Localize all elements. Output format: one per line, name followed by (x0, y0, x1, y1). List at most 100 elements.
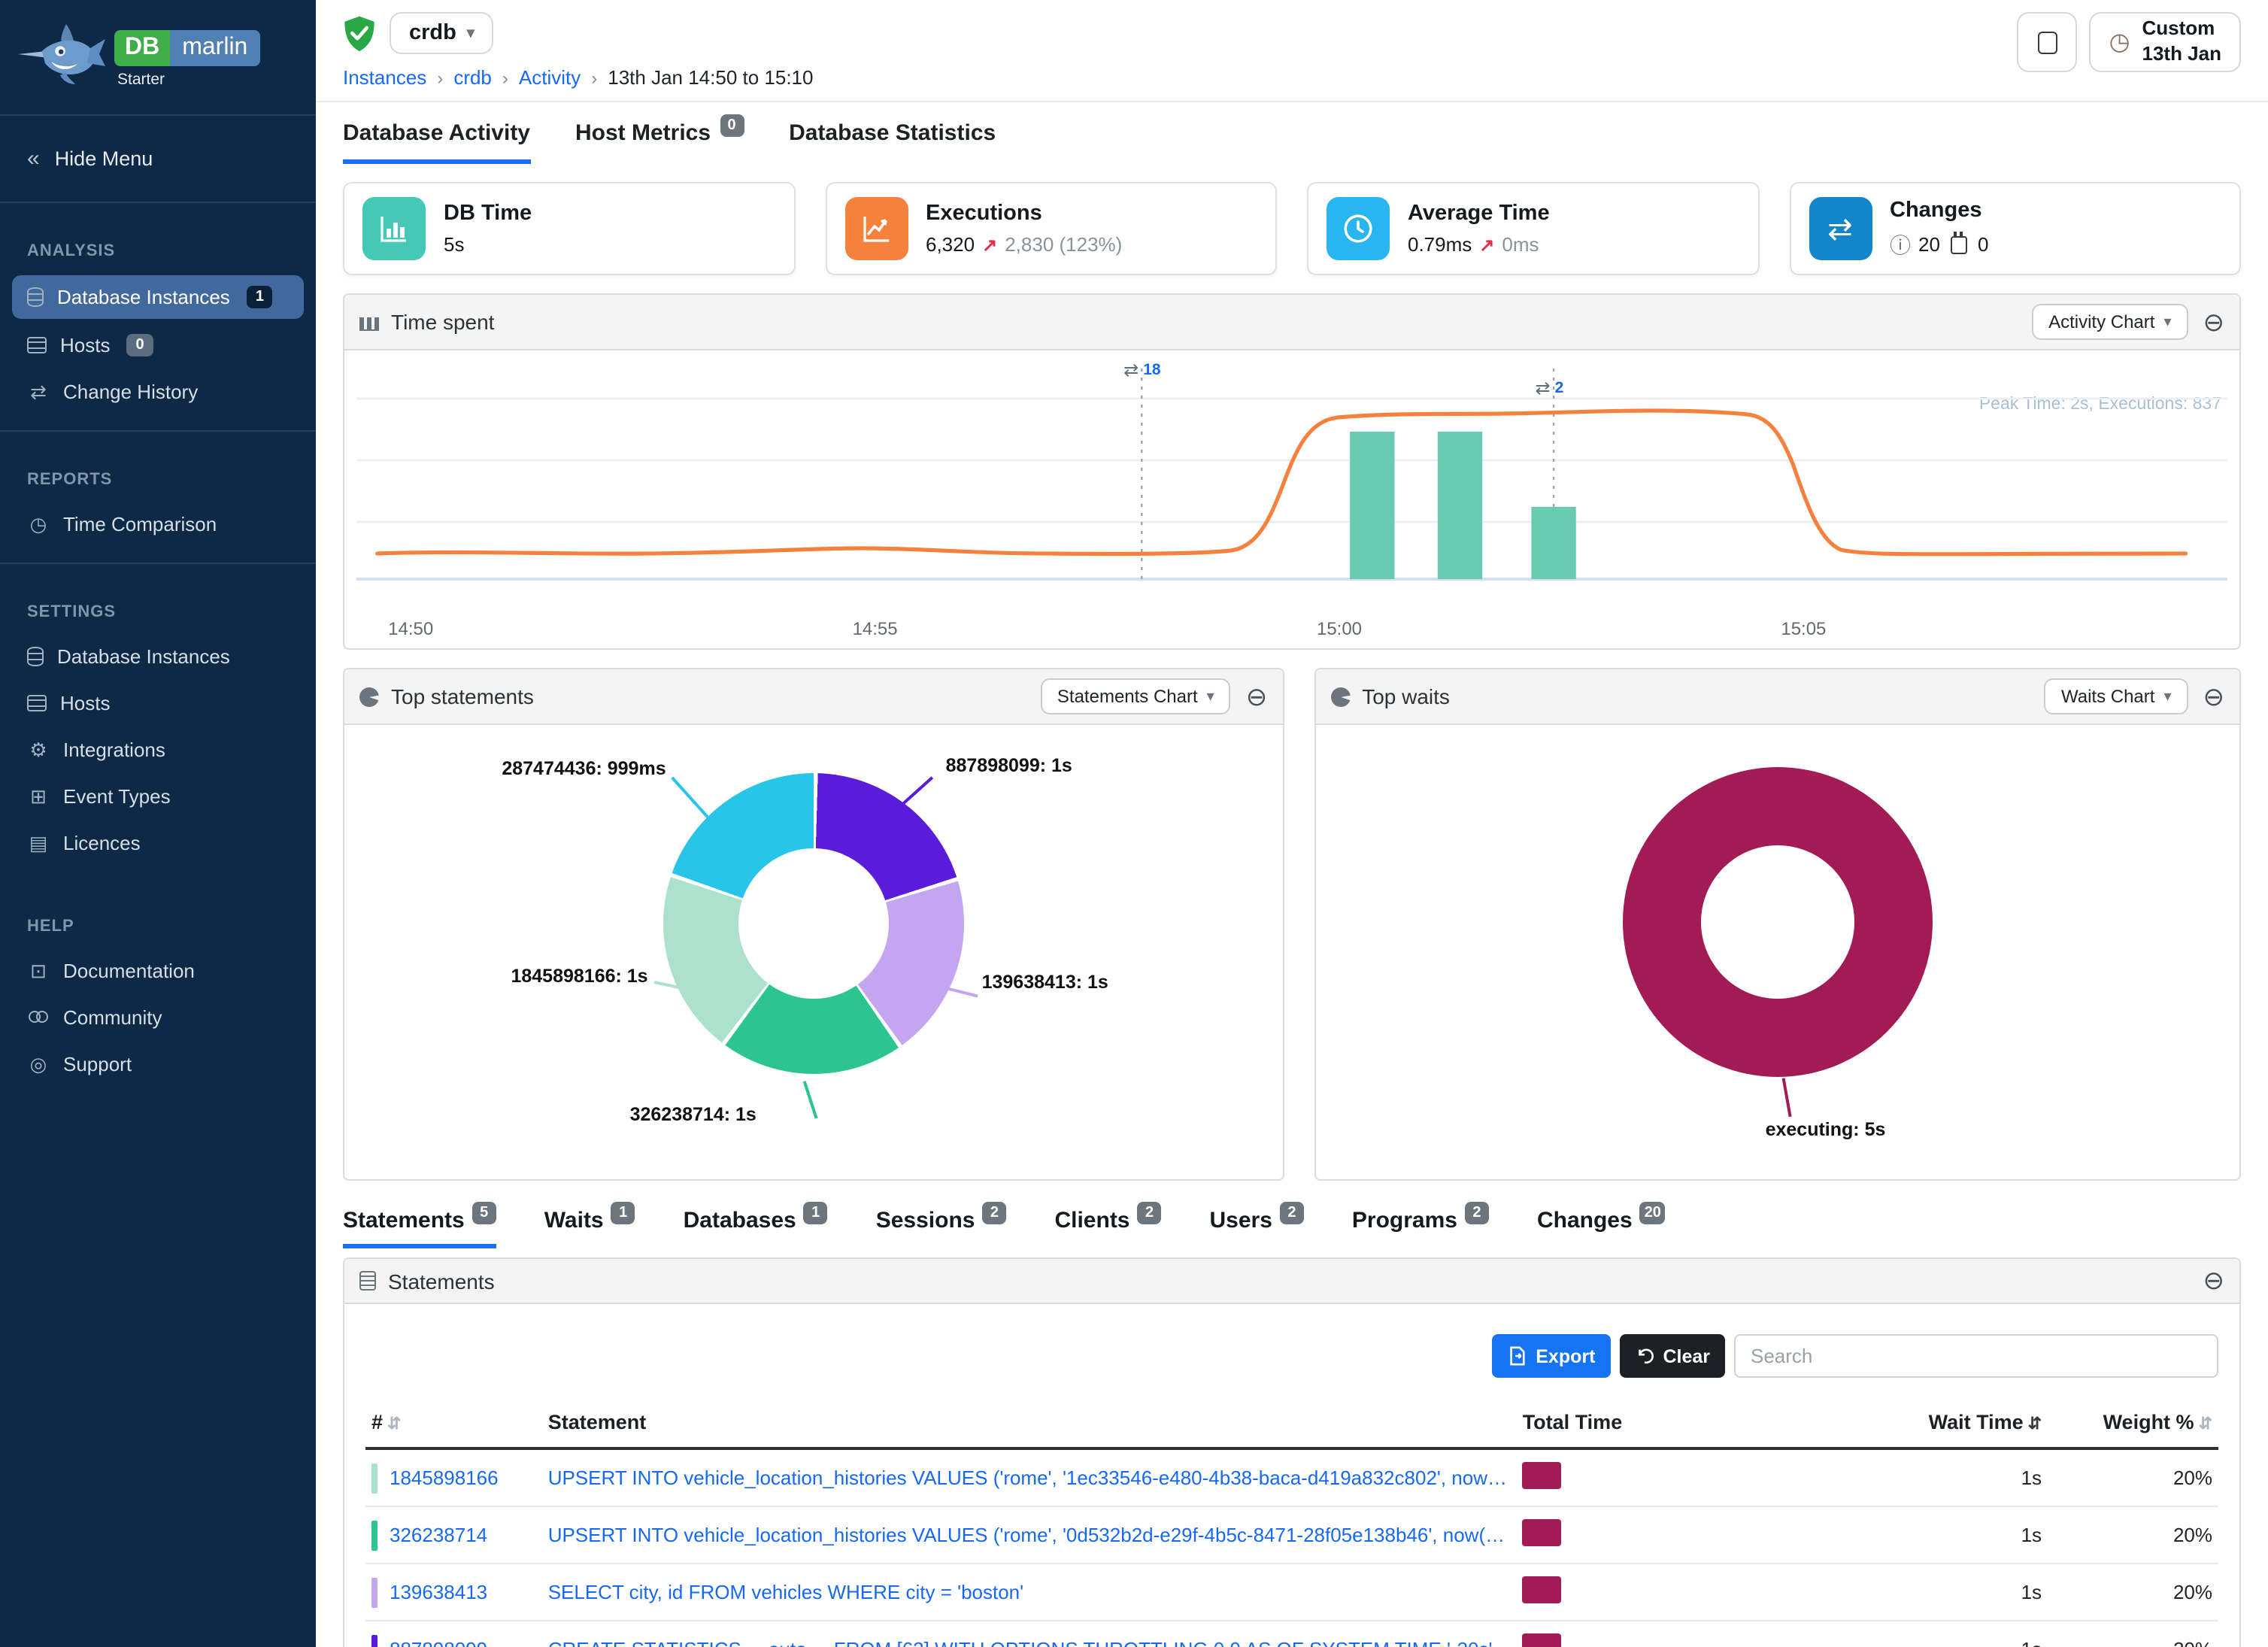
tab-waits[interactable]: Waits 1 (544, 1208, 635, 1248)
weight-value: 20% (2048, 1506, 2218, 1564)
waits-chart-dropdown[interactable]: Waits Chart ▾ (2045, 678, 2188, 714)
sidebar-item-settings-database-instances[interactable]: Database Instances (0, 633, 316, 680)
count-badge: 2 (982, 1202, 1006, 1224)
column-header-weight[interactable]: Weight %⇵ (2048, 1402, 2218, 1448)
line-chart-icon (844, 197, 908, 260)
clock-icon (1327, 197, 1390, 260)
collapse-panel-icon[interactable]: ⊖ (2203, 309, 2225, 335)
trend-up-icon: ↗ (982, 234, 997, 255)
statement-link[interactable]: UPSERT INTO vehicle_location_histories V… (548, 1467, 1511, 1489)
tab-clients[interactable]: Clients 2 (1054, 1208, 1161, 1248)
sidebar-item-label: Database Instances (57, 645, 230, 668)
statement-link[interactable]: UPSERT INTO vehicle_location_histories V… (548, 1524, 1511, 1546)
section-title: SETTINGS (0, 585, 316, 633)
tab-programs[interactable]: Programs 2 (1352, 1208, 1489, 1248)
sidebar-item-label: Integrations (63, 739, 165, 761)
change-marker-1[interactable]: ⇄ 18 (1123, 359, 1161, 381)
table-header-row: #⇵ Statement Total Time Wait Time⇵ Weigh… (365, 1402, 2218, 1448)
tab-changes[interactable]: Changes 20 (1537, 1208, 1666, 1248)
divider (0, 430, 316, 432)
section-title: HELP (0, 899, 316, 948)
metric-title: Average Time (1408, 202, 1550, 226)
bar-chart-icon (362, 197, 426, 260)
statement-id-link[interactable]: 139638413 (390, 1581, 487, 1603)
sidebar-item-licences[interactable]: ▤ Licences (0, 820, 316, 866)
sidebar: DB marlin Starter « Hide Menu ANALYSIS D… (0, 0, 316, 1647)
copy-button[interactable] (2018, 12, 2078, 72)
activity-chart-dropdown[interactable]: Activity Chart ▾ (2032, 304, 2188, 340)
count-badge: 5 (472, 1202, 496, 1224)
sidebar-item-database-instances[interactable]: Database Instances 1 (12, 275, 304, 319)
statement-id-link[interactable]: 1845898166 (390, 1467, 499, 1489)
export-button[interactable]: Export (1492, 1334, 1610, 1378)
tab-statements[interactable]: Statements 5 (343, 1208, 496, 1248)
community-icon (27, 1010, 50, 1025)
sidebar-item-label: Hosts (60, 692, 110, 714)
slice-label: 326238714: 1s (630, 1104, 757, 1125)
change-marker-2[interactable]: ⇄ 2 (1535, 378, 1563, 399)
collapse-panel-icon[interactable]: ⊖ (2203, 684, 2225, 709)
statement-id-link[interactable]: 887898099 (390, 1638, 487, 1647)
column-header-statement[interactable]: Statement (542, 1402, 1517, 1448)
instance-selector[interactable]: crdb ▾ (390, 12, 494, 54)
clear-button[interactable]: Clear (1619, 1334, 1725, 1378)
slice-label: 139638413: 1s (982, 972, 1108, 993)
tab-users[interactable]: Users 2 (1210, 1208, 1304, 1248)
sidebar-item-support[interactable]: ◎ Support (0, 1041, 316, 1087)
sidebar-item-event-types[interactable]: ⊞ Event Types (0, 773, 316, 820)
breadcrumb-separator: › (502, 67, 508, 88)
hide-menu-button[interactable]: « Hide Menu (0, 128, 316, 190)
server-icon (27, 695, 47, 711)
sidebar-item-documentation[interactable]: ⊡ Documentation (0, 948, 316, 994)
chevron-down-icon: ▾ (2163, 314, 2171, 330)
statements-chart-dropdown[interactable]: Statements Chart ▾ (1041, 678, 1231, 714)
copy-icon (2038, 31, 2057, 53)
breadcrumb-instances[interactable]: Instances (343, 66, 426, 89)
statement-link[interactable]: CREATE STATISTICS __auto__ FROM [63] WIT… (548, 1638, 1511, 1647)
time-range-date: 13th Jan (2142, 42, 2222, 65)
sidebar-item-settings-hosts[interactable]: Hosts (0, 680, 316, 726)
table-row: 1845898166 UPSERT INTO vehicle_location_… (365, 1448, 2218, 1506)
search-input[interactable] (1734, 1334, 2218, 1378)
sidebar-item-hosts[interactable]: Hosts 0 (0, 322, 316, 369)
slice-label: 1845898166: 1s (377, 966, 648, 987)
tab-database-statistics[interactable]: Database Statistics (789, 120, 996, 164)
top-waits-header: Top waits Waits Chart ▾ ⊖ (1315, 669, 2239, 725)
total-time-bar (1523, 1519, 1562, 1546)
column-header-wait-time[interactable]: Wait Time⇵ (1789, 1402, 2048, 1448)
x-tick: 14:55 (853, 618, 898, 639)
collapse-panel-icon[interactable]: ⊖ (2203, 1268, 2225, 1294)
time-range-button[interactable]: ◷ Custom 13th Jan (2090, 12, 2241, 72)
sidebar-item-label: Community (63, 1006, 162, 1029)
wait-time-value: 1s (1789, 1564, 2048, 1621)
statement-link[interactable]: SELECT city, id FROM vehicles WHERE city… (548, 1581, 1511, 1603)
plug-icon: ⚙ (27, 740, 50, 760)
database-icon (27, 287, 44, 307)
tab-databases[interactable]: Databases 1 (684, 1208, 828, 1248)
activity-chart-svg[interactable] (356, 356, 2227, 606)
sidebar-item-community[interactable]: Community (0, 994, 316, 1041)
divider (0, 202, 316, 203)
metric-value: 0.79ms (1408, 233, 1472, 256)
column-header-id[interactable]: #⇵ (365, 1402, 542, 1448)
breadcrumb-crdb[interactable]: crdb (453, 66, 492, 89)
sidebar-item-time-comparison[interactable]: ◷ Time Comparison (0, 501, 316, 547)
collapse-panel-icon[interactable]: ⊖ (1246, 684, 1268, 709)
brand-logo: DB marlin Starter (0, 0, 316, 102)
total-time-bar (1523, 1633, 1562, 1647)
sidebar-item-change-history[interactable]: ⇄ Change History (0, 369, 316, 415)
x-tick: 14:50 (388, 618, 433, 639)
waits-donut[interactable] (1623, 767, 1933, 1077)
statements-donut[interactable] (663, 773, 964, 1074)
sidebar-item-label: Documentation (63, 960, 195, 982)
column-header-total-time[interactable]: Total Time (1517, 1402, 1790, 1448)
breadcrumb-activity[interactable]: Activity (519, 66, 581, 89)
sidebar-item-label: Support (63, 1053, 132, 1075)
tab-database-activity[interactable]: Database Activity (343, 120, 530, 164)
tab-sessions[interactable]: Sessions 2 (876, 1208, 1007, 1248)
tab-host-metrics[interactable]: Host Metrics 0 (575, 120, 744, 164)
statement-id-link[interactable]: 326238714 (390, 1524, 487, 1546)
sidebar-item-integrations[interactable]: ⚙ Integrations (0, 726, 316, 773)
leader-line (803, 1081, 817, 1118)
slice-label: 887898099: 1s (946, 755, 1072, 776)
